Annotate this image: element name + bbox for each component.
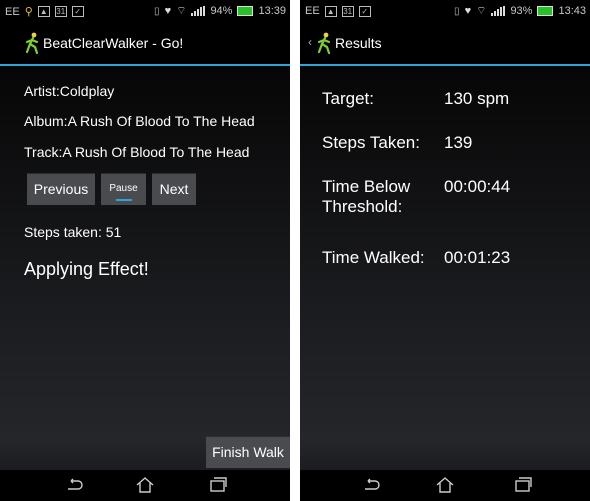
home-icon[interactable] [434, 474, 456, 496]
signal-icon [191, 6, 206, 16]
calendar-icon: 31 [341, 5, 354, 17]
back-icon[interactable] [360, 474, 382, 496]
wifi-icon: ⌔ [476, 5, 487, 17]
time-below-threshold-label: Time Below Threshold: [322, 177, 411, 216]
track-label: Track:A Rush Of Blood To The Head [24, 144, 250, 160]
clock: 13:39 [258, 5, 286, 17]
effect-status: Applying Effect! [24, 259, 149, 279]
image-icon: ▲ [37, 6, 50, 17]
walker-logo-icon[interactable] [316, 32, 332, 54]
image-icon: ▲ [324, 5, 337, 17]
bluetooth-icon: ▯ [154, 5, 160, 17]
time-walked-label: Time Walked: [322, 248, 425, 267]
signal-icon [491, 6, 506, 16]
wifi-icon: ⌔ [176, 5, 187, 17]
pause-button[interactable]: Pause [101, 173, 146, 205]
previous-button[interactable]: Previous [27, 173, 95, 205]
status-bar: EE ▲ 31 ✓ ▯ ♥ ⌔ 93% 13:43 [300, 0, 590, 23]
target-label: Target: [322, 89, 374, 108]
time-walked-value: 00:01:23 [444, 248, 511, 267]
pause-button-label: Pause [109, 183, 138, 194]
photo-icon: ✓ [71, 6, 84, 17]
time-below-threshold-value: 00:00:44 [444, 177, 511, 196]
action-bar[interactable]: ‹ Results [300, 23, 590, 66]
steps-taken-label: Steps taken: 51 [24, 224, 122, 240]
battery-percent: 94% [210, 5, 233, 17]
artist-label: Artist:Coldplay [24, 83, 115, 99]
steps-taken-value: 139 [444, 133, 473, 152]
target-value: 130 spm [444, 89, 510, 108]
photo-icon: ✓ [358, 5, 371, 17]
battery-icon [237, 6, 254, 16]
up-caret-icon[interactable]: ‹ [308, 35, 312, 49]
finish-walk-button[interactable]: Finish Walk [206, 436, 290, 468]
battery-icon [537, 6, 554, 16]
battery-percent: 93% [510, 5, 533, 17]
results-screen: EE ▲ 31 ✓ ▯ ♥ ⌔ 93% 13:43 ‹ Results Targ… [300, 0, 590, 501]
next-button[interactable]: Next [152, 173, 196, 205]
bluetooth-icon: ▯ [454, 5, 460, 17]
recent-apps-icon[interactable] [512, 474, 534, 496]
player-screen: EE ⚲ ▲ 31 ✓ ▯ ♥ ⌔ 94% 13:39 BeatClearWal… [0, 0, 290, 501]
steps-taken-label: Steps Taken: [322, 133, 420, 152]
carrier-label: EE [305, 5, 320, 17]
app-title: BeatClearWalker - Go! [43, 35, 184, 51]
walker-notification-icon: ⚲ [24, 6, 33, 18]
nav-bar [0, 470, 290, 501]
heart-icon: ♥ [164, 5, 172, 17]
back-icon[interactable] [63, 474, 85, 496]
carrier-label: EE [5, 5, 20, 18]
walker-logo-icon[interactable] [24, 32, 40, 54]
album-label: Album:A Rush Of Blood To The Head [24, 113, 255, 129]
clock: 13:43 [558, 5, 586, 17]
action-bar: BeatClearWalker - Go! [0, 23, 290, 66]
screen-title: Results [335, 35, 382, 51]
status-bar: EE ⚲ ▲ 31 ✓ ▯ ♥ ⌔ 94% 13:39 [0, 0, 290, 23]
home-icon[interactable] [134, 474, 156, 496]
heart-icon: ♥ [464, 5, 472, 17]
calendar-icon: 31 [54, 6, 67, 17]
recent-apps-icon[interactable] [207, 474, 229, 496]
nav-bar [300, 470, 590, 501]
pause-focus-indicator [115, 199, 132, 201]
